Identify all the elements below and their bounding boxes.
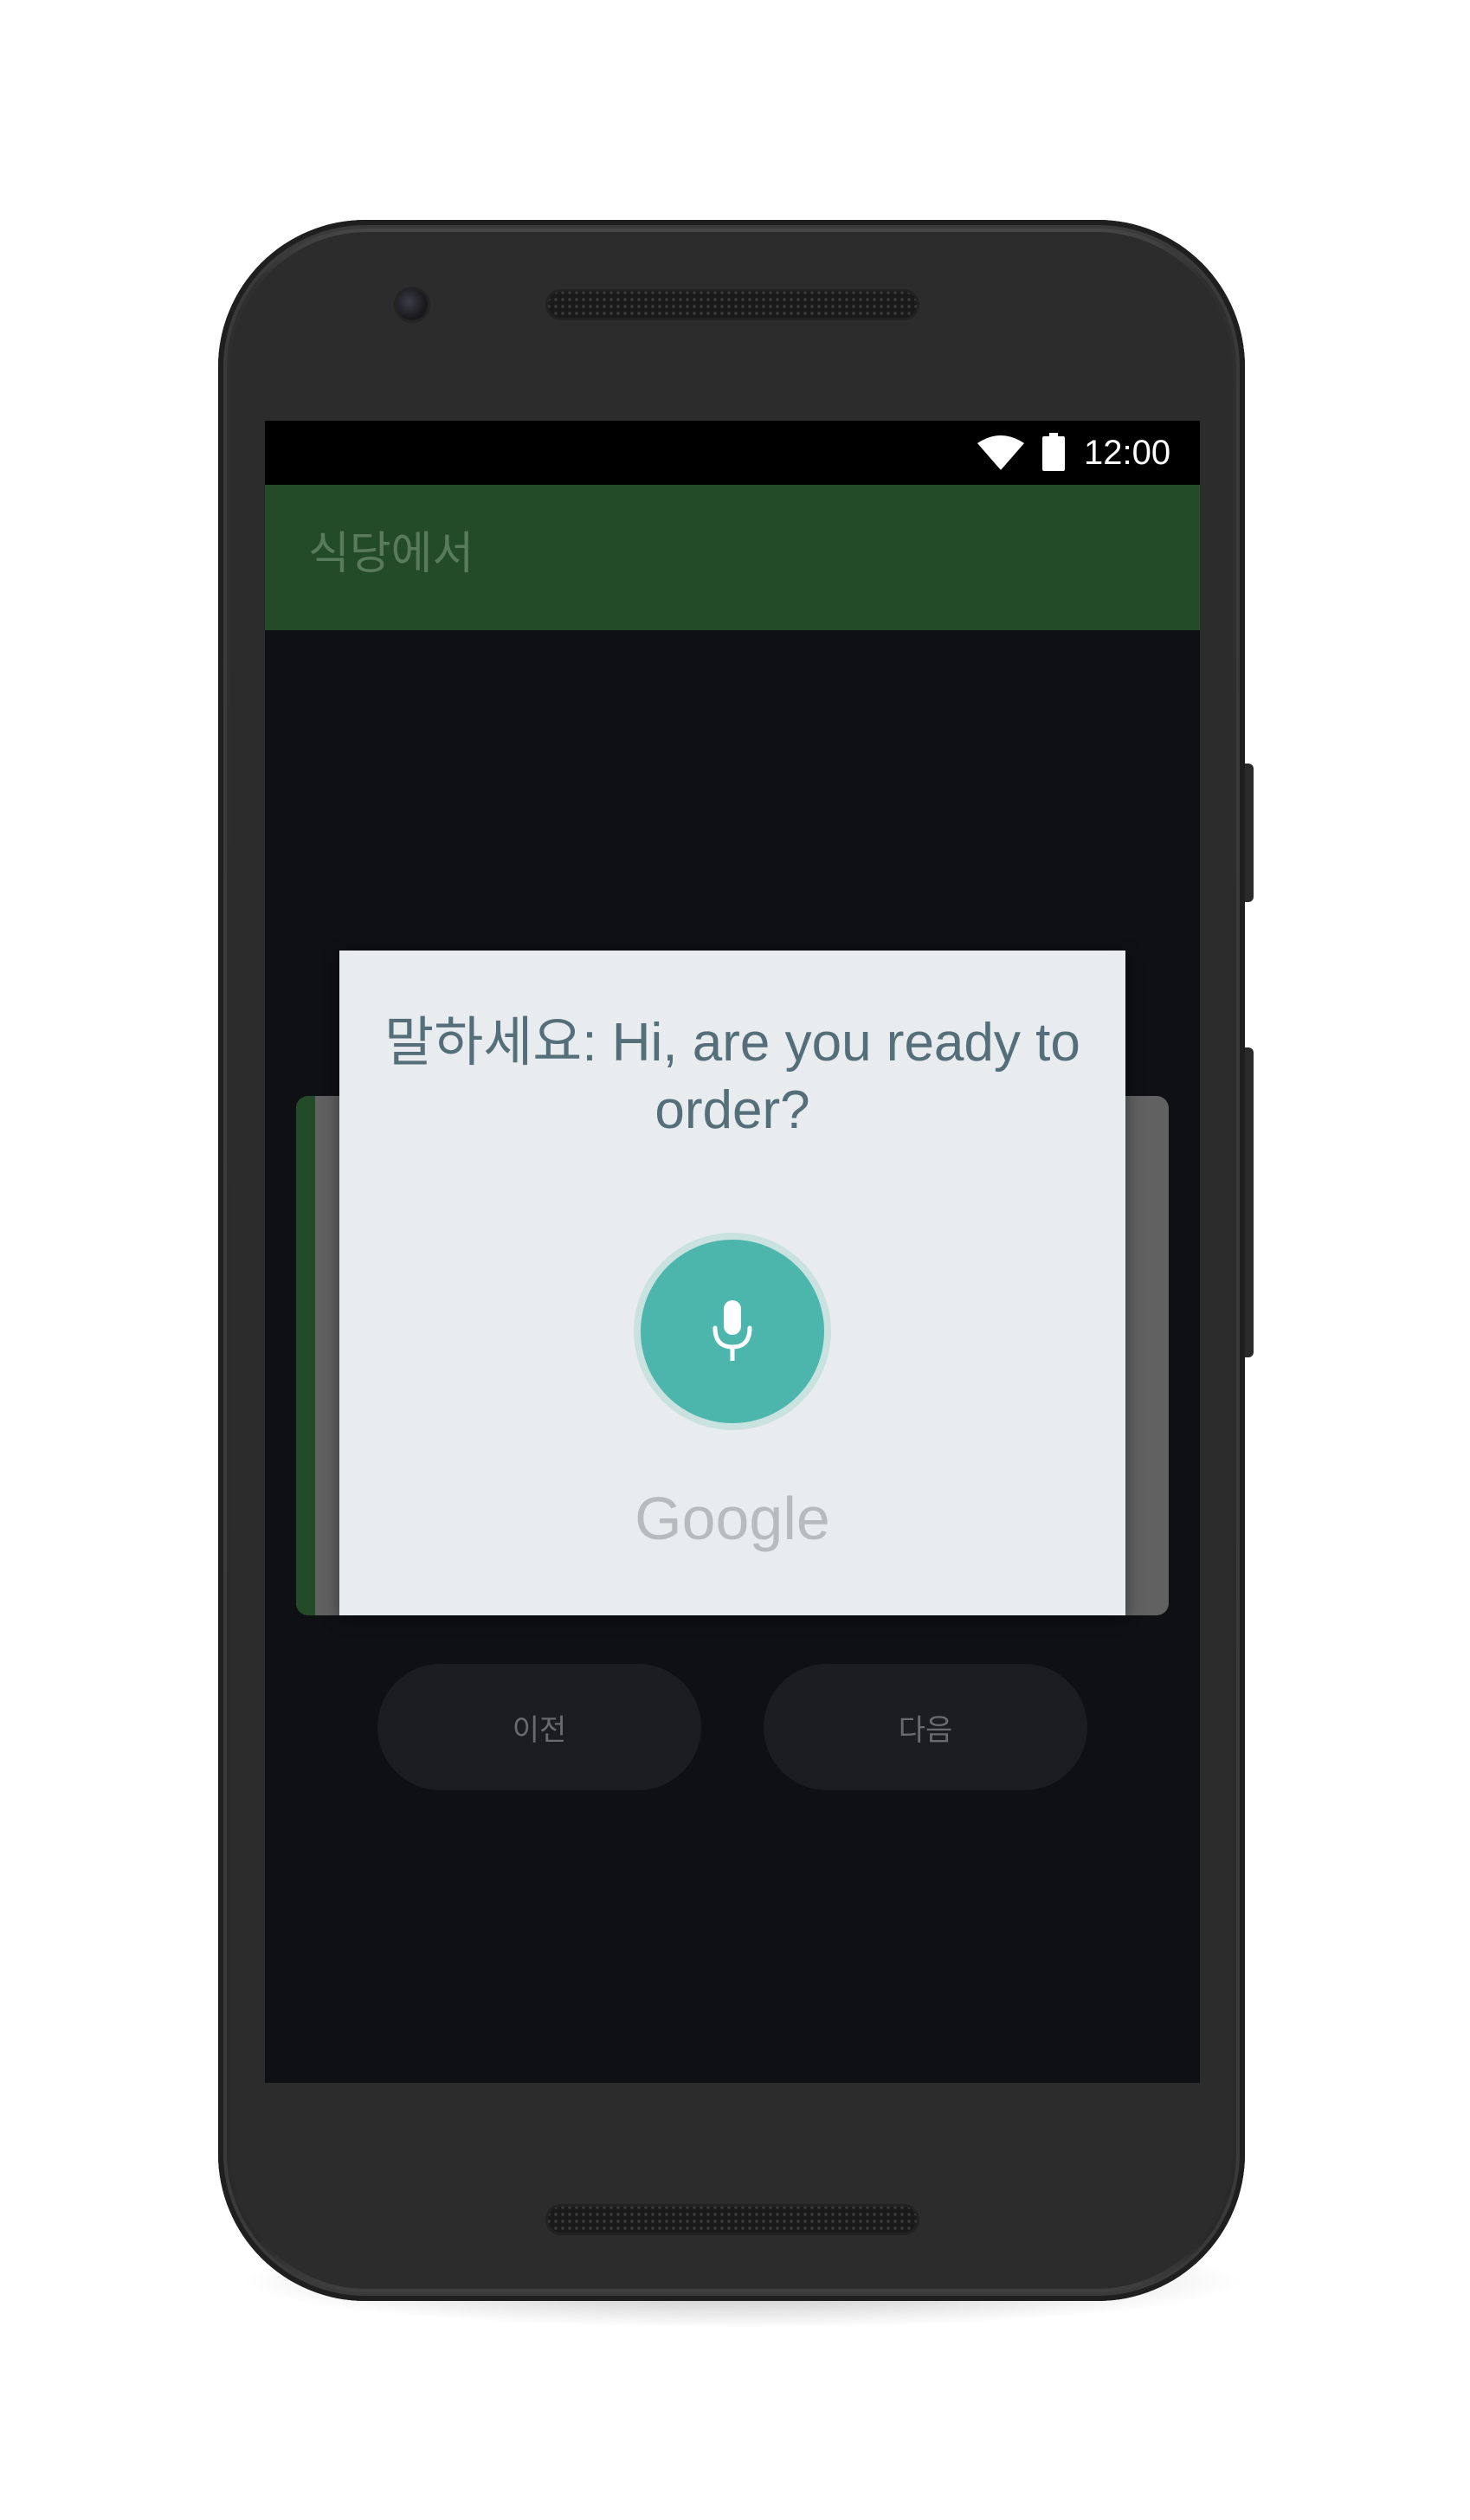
- speech-input-dialog: 말하세요: Hi, are you ready to order? Google: [339, 951, 1125, 1615]
- microphone-icon: [712, 1300, 752, 1361]
- status-bar: 12:00: [265, 421, 1200, 485]
- battery-icon: [1042, 433, 1065, 471]
- next-button[interactable]: 다음: [764, 1664, 1087, 1790]
- microphone-button[interactable]: [641, 1240, 824, 1423]
- status-time: 12:00: [1084, 434, 1171, 472]
- bottom-speaker: [545, 2204, 919, 2235]
- google-logo: Google: [635, 1485, 830, 1552]
- top-speaker: [545, 289, 919, 320]
- app-title: 식당에서: [308, 528, 474, 580]
- previous-button[interactable]: 이전: [377, 1664, 701, 1790]
- lesson-card-accent: [296, 1096, 315, 1615]
- device-screen: 12:00 식당에서 이전 다음 말하세요: Hi, are you ready…: [265, 421, 1200, 2083]
- front-camera: [397, 289, 428, 320]
- app-bar: 식당에서: [265, 485, 1200, 630]
- speech-prompt: 말하세요: Hi, are you ready to order?: [384, 1013, 1080, 1140]
- wifi-icon: [977, 435, 1024, 470]
